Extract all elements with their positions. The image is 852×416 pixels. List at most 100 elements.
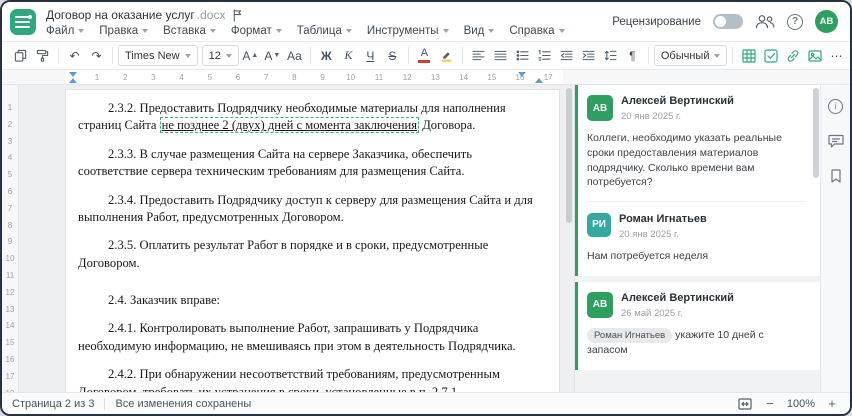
paragraph-style-select[interactable]: Обычный (653, 45, 728, 66)
font-color-swatch (418, 60, 431, 63)
bold-button[interactable]: Ж (316, 45, 337, 67)
comments-panel: АВ Алексей Вертинский 20 янв 2025 г. Кол… (574, 85, 820, 392)
chevron-down-icon (442, 29, 449, 33)
divider (104, 397, 106, 410)
insert-checkbox-button[interactable] (760, 45, 781, 67)
change-case-button[interactable]: Аа (284, 45, 305, 67)
comment-reply[interactable]: РИ Роман Игнатьев 20 янв 2025 г. Нам пот… (587, 200, 806, 264)
undo-button[interactable]: ↶ (64, 45, 85, 67)
comment-text: Роман Игнатьев укажите 10 дней с запасом (587, 328, 764, 357)
first-line-indent-marker[interactable] (69, 72, 77, 77)
document-page[interactable]: 2.3.2. Предоставить Подрядчику необходим… (65, 89, 560, 392)
page-indicator[interactable]: Страница 2 из 3 (12, 398, 94, 410)
avatar: РИ (587, 212, 611, 237)
info-icon[interactable]: i (827, 97, 845, 115)
insert-image-button[interactable] (804, 45, 825, 67)
document-scrollbar[interactable] (566, 88, 572, 389)
fit-page-icon[interactable] (737, 396, 753, 412)
paragraph: 2.3.5. Оплатить результат Работ в порядк… (78, 238, 489, 270)
comments-panel-icon[interactable] (827, 132, 845, 150)
app-logo-icon[interactable] (10, 9, 36, 35)
flag-icon[interactable] (232, 8, 243, 22)
redo-button[interactable]: ↷ (86, 45, 107, 67)
zoom-level[interactable]: 100% (787, 398, 815, 410)
comment-text: Нам потребуется неделя (587, 250, 709, 263)
comment-author: Алексей Вертинский (621, 95, 734, 107)
ruler-number: 8 (292, 73, 297, 82)
left-indent-marker[interactable] (69, 78, 77, 83)
comment-date: 26 май 2025 г. (621, 308, 683, 319)
paragraph: 2.4.1. Контролировать выполнение Работ, … (78, 321, 516, 353)
content-area: 123456789101112131415161718 2.3.2. Предо… (2, 85, 850, 392)
format-painter-button[interactable] (32, 45, 53, 67)
comment-header: АВ Алексей Вертинский 20 янв 2025 г. (587, 95, 806, 122)
zoom-in-button[interactable]: + (824, 396, 840, 412)
more-tools-button[interactable]: ⋯ (826, 45, 847, 67)
insert-link-button[interactable] (782, 45, 803, 67)
grow-font-button[interactable]: А ▲ (240, 45, 261, 67)
ruler-number: 17 (5, 371, 15, 381)
app-window: Договор на оказание услуг .docx Файл Прав… (0, 0, 852, 416)
ruler-number: 9 (7, 237, 13, 247)
menu-bar: Файл Правка Вставка Формат Таблица Инстр… (46, 25, 565, 37)
align-justify-button[interactable] (490, 45, 511, 67)
font-size-select[interactable]: 12 (201, 45, 239, 66)
nonprinting-chars-button[interactable]: ¶ (622, 45, 643, 67)
ruler-number: 12 (5, 287, 15, 297)
ruler-number: 6 (235, 73, 241, 82)
chevron-down-icon (275, 29, 282, 33)
collaboration-users-icon[interactable] (755, 14, 775, 29)
review-mode-label: Рецензирование (612, 15, 701, 28)
menu-insert[interactable]: Вставка (163, 25, 216, 37)
zoom-out-button[interactable]: − (762, 396, 778, 412)
menu-tools[interactable]: Инструменты (367, 25, 449, 37)
comment-thread[interactable]: АВ Алексей Вертинский 26 май 2025 г. Ром… (575, 281, 820, 370)
menu-edit[interactable]: Правка (99, 25, 149, 37)
menu-file[interactable]: Файл (46, 25, 85, 37)
line-spacing-button[interactable] (600, 45, 621, 67)
comment-header: АВ Алексей Вертинский 26 май 2025 г. (587, 291, 806, 319)
title-row: Договор на оказание услуг .docx (46, 8, 565, 22)
insert-table-button[interactable] (738, 45, 759, 67)
comment-author: Роман Игнатьев (619, 212, 707, 225)
align-left-button[interactable] (468, 45, 489, 67)
help-icon[interactable]: ? (787, 13, 803, 30)
paragraph: 2.3.3. В случае размещения Сайта на серв… (78, 146, 472, 179)
review-toggle[interactable] (713, 14, 743, 29)
copy-button[interactable] (10, 45, 31, 67)
ruler-number: 10 (346, 73, 356, 82)
ruler-number: 9 (320, 73, 325, 82)
italic-button[interactable]: К (338, 45, 359, 67)
ruler-number: 16 (515, 73, 525, 82)
menu-format[interactable]: Формат (231, 25, 282, 37)
right-indent-marker[interactable] (535, 78, 543, 83)
strikethrough-button[interactable]: Ѕ (382, 45, 403, 67)
bullet-list-button[interactable] (512, 45, 533, 67)
menu-view[interactable]: Вид (464, 25, 495, 37)
commented-text-range[interactable]: не позднее 2 (двух) дней с момента заклю… (159, 117, 420, 134)
mention-chip[interactable]: Роман Игнатьев (587, 328, 673, 344)
ruler-horizontal[interactable]: 1 2 3 4 5 6 7 8 9 10 11 12 13 14 15 16 17 (2, 70, 850, 85)
increase-indent-button[interactable] (578, 45, 599, 67)
font-family-select[interactable]: Times New (118, 45, 198, 66)
menu-help[interactable]: Справка (509, 25, 565, 37)
ruler-vertical[interactable]: 123456789101112131415161718 (2, 85, 19, 392)
decrease-indent-button[interactable] (556, 45, 577, 67)
font-color-button[interactable]: А (414, 45, 435, 67)
underline-button[interactable]: Ч (360, 45, 381, 67)
shrink-font-button[interactable]: А ▼ (262, 45, 283, 67)
bookmark-icon[interactable] (827, 167, 845, 185)
comment-thread[interactable]: АВ Алексей Вертинский 20 янв 2025 г. Кол… (575, 85, 820, 276)
ruler-number: 15 (5, 338, 15, 348)
document-area[interactable]: 2.3.2. Предоставить Подрядчику необходим… (19, 85, 574, 392)
ruler-number: 4 (179, 73, 184, 82)
user-avatar[interactable]: АВ (815, 10, 838, 33)
menu-table[interactable]: Таблица (297, 25, 352, 37)
ruler-number: 2 (122, 73, 128, 82)
ruler-number: 13 (5, 304, 15, 314)
ruler-number: 13 (430, 73, 440, 82)
highlight-color-button[interactable] (436, 45, 457, 67)
ruler-number: 18 (6, 389, 15, 392)
comments-scrollbar[interactable] (813, 88, 819, 178)
numbered-list-button[interactable] (534, 45, 555, 67)
